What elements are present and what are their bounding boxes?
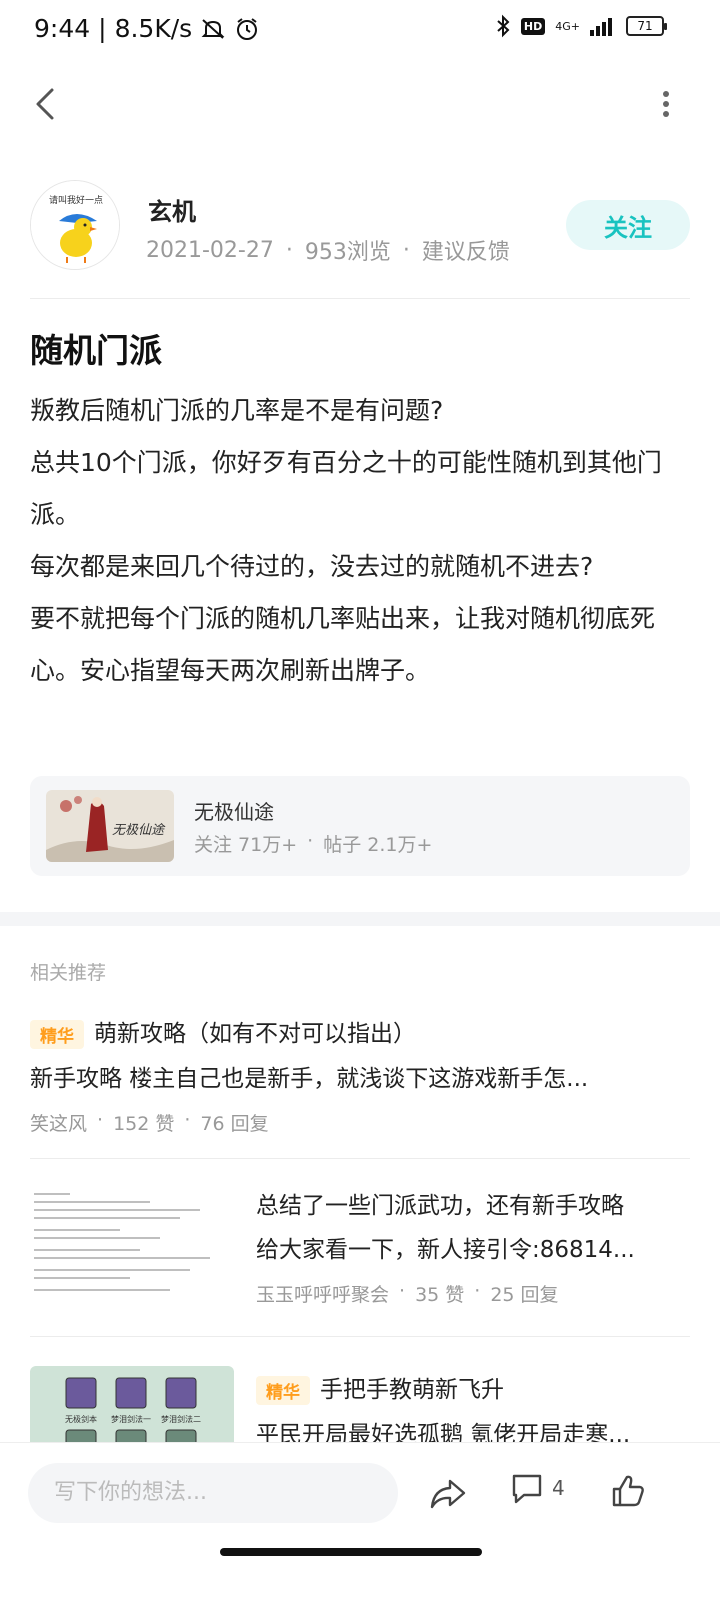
related-item[interactable]: 精华 萌新攻略（如有不对可以指出） 新手攻略 楼主自己也是新手，就浅谈下这游戏新手… — [30, 1014, 690, 1136]
screen: 9:44 | 8.5K/s HD 4G+ 71 请叫我好一点 玄机 2021-0… — [0, 0, 720, 1600]
game-card[interactable]: 无极仙途 无极仙途 关注 71万+ · 帖子 2.1万+ — [30, 776, 690, 876]
divider — [30, 298, 690, 299]
related-item-title: 萌新攻略（如有不对可以指出） — [94, 1021, 416, 1047]
related-item-meta: 玉玉呼呼呼聚会 · 35 赞 · 25 回复 — [256, 1280, 690, 1307]
meta-dot: · — [399, 1280, 406, 1302]
post-line: 要不就把每个门派的随机几率贴出来，让我对随机彻底死心。安心指望每天两次刷新出牌子… — [30, 604, 656, 685]
thumb-label: 梦泪剑法二 — [161, 1414, 201, 1424]
author-meta: 2021-02-27 · 953浏览 · 建议反馈 — [146, 234, 510, 266]
view-count: 953浏览 — [304, 240, 391, 265]
more-options-icon[interactable] — [656, 86, 676, 122]
like-icon[interactable] — [608, 1471, 648, 1511]
author-header: 请叫我好一点 玄机 2021-02-27 · 953浏览 · 建议反馈 关注 — [30, 180, 690, 276]
comment-icon — [512, 1474, 542, 1504]
game-meta: 关注 71万+ · 帖子 2.1万+ — [194, 830, 432, 857]
meta-dot: · — [307, 830, 314, 852]
related-item-likes: 35 赞 — [415, 1284, 465, 1306]
featured-badge: 精华 — [256, 1376, 310, 1405]
follow-button[interactable]: 关注 — [566, 200, 690, 250]
related-item-title: 手把手教萌新飞升 — [320, 1377, 504, 1403]
section-separator — [0, 912, 720, 926]
related-item-replies: 76 回复 — [200, 1113, 269, 1135]
related-item-summary: 给大家看一下，新人接引令:86814... — [256, 1237, 635, 1263]
status-separator: | — [98, 14, 107, 43]
meta-dot: · — [402, 237, 410, 263]
back-icon[interactable] — [28, 84, 68, 124]
home-indicator[interactable] — [220, 1548, 482, 1556]
related-item-meta: 笑这风 · 152 赞 · 76 回复 — [30, 1109, 690, 1136]
top-nav — [0, 74, 720, 134]
divider — [30, 1158, 690, 1159]
alarm-icon — [237, 17, 258, 40]
status-left: 9:44 | 8.5K/s — [34, 14, 260, 43]
comment-count: 4 — [552, 1476, 565, 1500]
meta-dot: · — [184, 1109, 191, 1131]
bluetooth-icon — [497, 14, 510, 38]
avatar-duck-image: 请叫我好一点 — [31, 181, 119, 269]
game-followers: 关注 71万+ — [194, 834, 298, 856]
related-item-thumbnail: 无极剑本 梦泪剑法一 梦泪剑法二 — [30, 1366, 234, 1442]
signal-icon — [590, 18, 612, 36]
battery-icon: 71 — [626, 16, 667, 36]
feedback-link[interactable]: 建议反馈 — [422, 234, 510, 266]
status-time: 9:44 — [34, 14, 91, 43]
related-item-author: 玉玉呼呼呼聚会 — [256, 1284, 390, 1306]
post-line: 总共10个门派，你好歹有百分之十的可能性随机到其他门派。 — [30, 448, 662, 529]
related-item[interactable]: 无极剑本 梦泪剑法一 梦泪剑法二 精华 手把手教萌新飞升 平民开局最好选孤鹅 氪佬… — [30, 1366, 690, 1442]
related-item-title-row: 精华 萌新攻略（如有不对可以指出） — [30, 1014, 690, 1049]
related-item[interactable]: 总结了一些门派武功，还有新手攻略 给大家看一下，新人接引令:86814... 玉… — [30, 1186, 690, 1306]
avatar-caption: 请叫我好一点 — [49, 194, 103, 206]
post-title: 随机门派 — [30, 331, 162, 370]
bottom-action-bar: 写下你的想法... 4 — [0, 1442, 720, 1552]
game-thumb-title: 无极仙途 — [112, 822, 166, 838]
meta-dot: · — [474, 1280, 481, 1302]
comment-button[interactable]: 4 — [510, 1471, 565, 1505]
post-line: 每次都是来回几个待过的，没去过的就随机不进去? — [30, 552, 594, 581]
related-item-summary: 平民开局最好选孤鹅 氪佬开局走寒... — [256, 1422, 631, 1442]
avatar[interactable]: 请叫我好一点 — [30, 180, 120, 270]
status-speed: 8.5K/s — [114, 14, 193, 43]
comment-input[interactable]: 写下你的想法... — [28, 1463, 398, 1523]
status-bar: 9:44 | 8.5K/s HD 4G+ 71 — [0, 0, 720, 64]
hd-badge: HD — [520, 17, 546, 35]
related-item-likes: 152 赞 — [113, 1113, 175, 1135]
related-item-thumbnail — [30, 1186, 234, 1302]
related-item-title-row: 精华 手把手教萌新飞升 — [256, 1370, 690, 1405]
status-right: HD 4G+ 71 — [495, 14, 667, 38]
meta-dot: · — [285, 237, 293, 263]
thumb-label: 无极剑本 — [65, 1414, 97, 1424]
related-section-title: 相关推荐 — [30, 962, 107, 984]
author-name[interactable]: 玄机 — [148, 192, 196, 227]
related-item-text: 总结了一些门派武功，还有新手攻略 给大家看一下，新人接引令:86814... 玉… — [256, 1186, 690, 1307]
meta-dot: · — [97, 1109, 104, 1131]
featured-badge: 精华 — [30, 1020, 84, 1049]
post-body: 叛教后随机门派的几率是不是有问题? 总共10个门派，你好歹有百分之十的可能性随机… — [30, 385, 690, 697]
post-line: 叛教后随机门派的几率是不是有问题? — [30, 396, 444, 425]
related-item-title: 总结了一些门派武功，还有新手攻略 — [256, 1193, 624, 1219]
share-icon[interactable] — [428, 1473, 468, 1513]
divider — [30, 1336, 690, 1337]
network-label: 4G+ — [555, 19, 580, 33]
related-item-replies: 25 回复 — [490, 1284, 559, 1306]
related-item-text: 精华 手把手教萌新飞升 平民开局最好选孤鹅 氪佬开局走寒... — [256, 1370, 690, 1442]
related-item-author: 笑这风 — [30, 1113, 88, 1135]
post-date: 2021-02-27 — [146, 237, 274, 263]
related-item-summary: 新手攻略 楼主自己也是新手，就浅谈下这游戏新手怎... — [30, 1066, 589, 1092]
game-name: 无极仙途 — [194, 800, 274, 824]
thumb-label: 梦泪剑法一 — [111, 1414, 151, 1424]
game-posts: 帖子 2.1万+ — [323, 834, 433, 856]
game-thumbnail: 无极仙途 — [46, 790, 174, 862]
mute-icon — [201, 18, 225, 39]
